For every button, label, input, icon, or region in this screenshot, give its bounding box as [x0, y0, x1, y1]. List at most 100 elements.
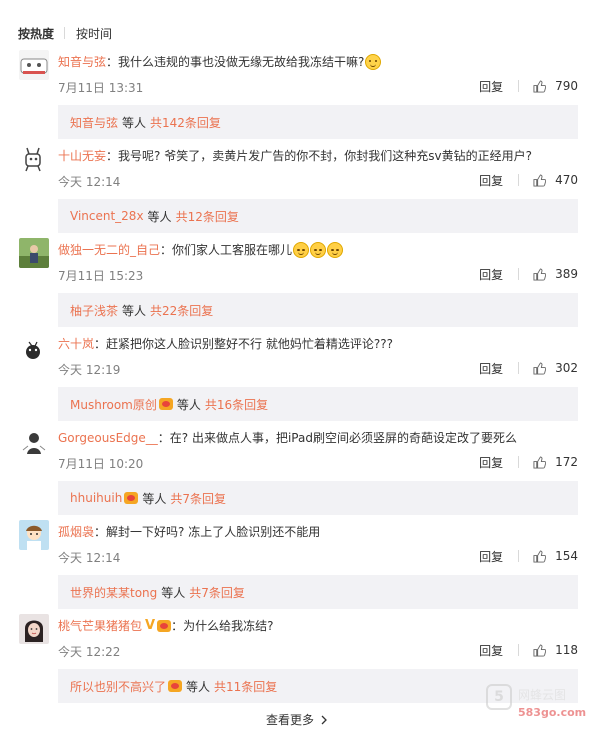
comment-colon: ：	[106, 149, 119, 163]
action-divider	[518, 268, 520, 280]
sub-reply-count-link[interactable]: 共11条回复	[214, 678, 277, 695]
watermark-url: 583go.com	[518, 706, 587, 719]
like-button[interactable]: 118	[533, 643, 578, 657]
tab-divider	[64, 27, 66, 39]
reply-button[interactable]: 回复	[479, 78, 503, 95]
comment-actions: 回复 154	[479, 547, 578, 565]
comment-text: 赶紧把你这人脸识别整好不行 就他妈忙着精选评论???	[106, 337, 393, 351]
comment-text: 我什么违规的事也没做无缘无故给我冻结干嘛?	[118, 55, 365, 69]
sub-reply-count-link[interactable]: 共22条回复	[150, 302, 213, 319]
avatar[interactable]	[19, 426, 49, 456]
reply-button[interactable]: 回复	[479, 454, 503, 471]
comment-username[interactable]: 知音与弦	[58, 53, 106, 71]
comment-line: 孤烟袅：解封一下好吗? 冻上了人脸识别还不能用	[58, 523, 320, 541]
tab-by-time[interactable]: 按时间	[76, 25, 112, 42]
action-divider	[518, 550, 520, 562]
avatar[interactable]	[19, 144, 49, 174]
comment-colon: ：	[171, 619, 184, 633]
vip-badge-icon	[157, 620, 172, 632]
vip-badge-icon	[124, 492, 139, 504]
watermark-name: 网蜂云图	[518, 688, 567, 702]
avatar[interactable]	[19, 520, 49, 550]
sub-reply-count-link[interactable]: 共7条回复	[170, 490, 226, 507]
comment-username[interactable]: 十山无妄	[58, 147, 106, 165]
like-count: 790	[555, 79, 578, 93]
comment-item: 六十岚：赶紧把你这人脸识别整好不行 就他妈忙着精选评论??? 今天 12:19 …	[0, 332, 600, 426]
like-count: 118	[555, 643, 578, 657]
comment-line: 做独一无二的_自己：你们家人工客服在哪儿	[58, 241, 344, 259]
watermark-logo: 5	[486, 684, 512, 710]
crying-emoji-icon	[327, 242, 344, 258]
comment-actions: 回复 118	[479, 641, 578, 659]
like-button[interactable]: 389	[533, 267, 578, 281]
comment-colon: ：	[94, 525, 107, 539]
sub-reply-username[interactable]: 柚子浅茶	[70, 302, 118, 319]
like-count: 389	[555, 267, 578, 281]
like-button[interactable]: 470	[533, 173, 578, 187]
action-divider	[518, 644, 520, 656]
sub-reply-username[interactable]: 所以也别不高兴了	[70, 678, 166, 695]
site-watermark: 5 网蜂云图 583go.com	[486, 682, 596, 728]
thumbs-up-icon	[533, 79, 547, 93]
sub-replies-box: 知音与弦 等人 共142条回复	[58, 105, 578, 139]
comment-username[interactable]: 孤烟袅	[58, 523, 94, 541]
comment-username[interactable]: 做独一无二的_自己	[58, 241, 160, 259]
comment-actions: 回复 790	[479, 77, 578, 95]
reply-button[interactable]: 回复	[479, 360, 503, 377]
comment-line: 知音与弦：我什么违规的事也没做无缘无故给我冻结干嘛?	[58, 53, 382, 71]
comment-item: 孤烟袅：解封一下好吗? 冻上了人脸识别还不能用 今天 12:14 回复 154 …	[0, 520, 600, 614]
comment-colon: ：	[94, 337, 107, 351]
thumbs-up-icon	[533, 173, 547, 187]
comment-text: 解封一下好吗? 冻上了人脸识别还不能用	[106, 525, 321, 539]
comment-username[interactable]: GorgeousEdge__	[58, 429, 158, 447]
sub-reply-text: 等人	[176, 397, 201, 412]
comment-time: 今天 12:14	[58, 551, 121, 565]
comment-time: 今天 12:14	[58, 175, 121, 189]
avatar[interactable]	[19, 238, 49, 268]
comment-line: 十山无妄：我号呢? 爷笑了，卖黄片发广告的你不封，你封我们这种充sv黄钻的正经用…	[58, 147, 532, 165]
sub-reply-count-link[interactable]: 共142条回复	[150, 114, 221, 131]
like-button[interactable]: 172	[533, 455, 578, 469]
sub-reply-username[interactable]: hhuihuih	[70, 491, 122, 505]
sub-reply-username[interactable]: Mushroom原创	[70, 396, 157, 413]
like-count: 470	[555, 173, 578, 187]
sub-reply-count-link[interactable]: 共12条回复	[176, 208, 239, 225]
sub-reply-username[interactable]: 世界的某某tong	[70, 584, 157, 601]
comment-text: 你们家人工客服在哪儿	[172, 243, 293, 257]
like-button[interactable]: 154	[533, 549, 578, 563]
sub-reply-text: 等人	[122, 115, 147, 130]
thumbs-up-icon	[533, 549, 547, 563]
comment-colon: ：	[106, 55, 119, 69]
avatar[interactable]	[19, 332, 49, 362]
reply-button[interactable]: 回复	[479, 172, 503, 189]
reply-button[interactable]: 回复	[479, 548, 503, 565]
comment-line: 六十岚：赶紧把你这人脸识别整好不行 就他妈忙着精选评论???	[58, 335, 393, 353]
avatar[interactable]	[19, 50, 49, 80]
reply-button[interactable]: 回复	[479, 642, 503, 659]
tab-by-hotness[interactable]: 按热度	[18, 25, 54, 42]
reply-button[interactable]: 回复	[479, 266, 503, 283]
sub-reply-username[interactable]: 知音与弦	[70, 114, 118, 131]
view-more-label: 查看更多	[266, 713, 315, 727]
comment-username[interactable]: 六十岚	[58, 335, 94, 353]
thumbs-up-icon	[533, 643, 547, 657]
sub-reply-count-link[interactable]: 共7条回复	[189, 584, 245, 601]
comment-time: 7月11日 10:20	[58, 457, 144, 471]
sub-reply-text: 等人	[161, 585, 186, 600]
comment-item: 做独一无二的_自己：你们家人工客服在哪儿 7月11日 15:23 回复 389 …	[0, 238, 600, 332]
avatar[interactable]	[19, 614, 49, 644]
comment-time: 7月11日 13:31	[58, 81, 144, 95]
chevron-right-icon	[321, 715, 327, 724]
comment-actions: 回复 389	[479, 265, 578, 283]
vip-badge-icon	[168, 680, 183, 692]
comment-text: 我号呢? 爷笑了，卖黄片发广告的你不封，你封我们这种充sv黄钻的正经用户?	[118, 149, 532, 163]
sub-reply-username[interactable]: Vincent_28x	[70, 209, 144, 223]
view-more-link[interactable]: 查看更多	[266, 711, 328, 728]
like-button[interactable]: 302	[533, 361, 578, 375]
like-button[interactable]: 790	[533, 79, 578, 93]
sub-reply-count-link[interactable]: 共16条回复	[205, 396, 268, 413]
comment-line: GorgeousEdge__：在? 出来做点人事，把iPad刷空间必须竖屏的奇葩…	[58, 429, 517, 447]
comment-username[interactable]: 桃气芒果猪猪包	[58, 617, 142, 635]
like-count: 302	[555, 361, 578, 375]
comment-time: 今天 12:19	[58, 363, 121, 377]
